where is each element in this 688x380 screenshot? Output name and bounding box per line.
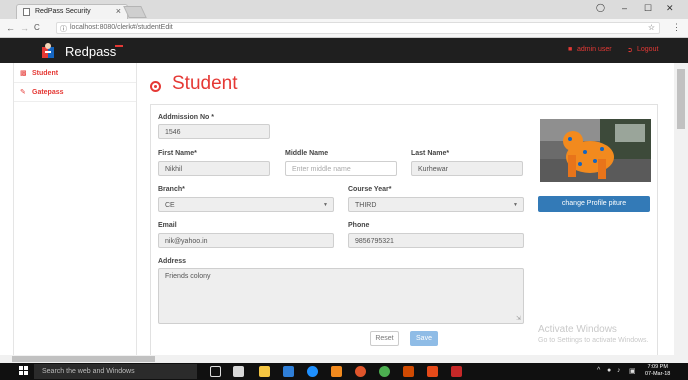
address-label: Address — [158, 258, 187, 265]
url-text: localhost:8080/clerk#/studentEdit — [70, 24, 173, 31]
tray-chevron-icon[interactable]: ^ — [597, 367, 600, 374]
maximize-button[interactable]: ☐ — [644, 3, 652, 14]
resize-handle-icon[interactable]: ⇲ — [516, 315, 521, 322]
last-name-label: Last Name* — [411, 150, 450, 157]
phone-label: Phone — [348, 222, 370, 229]
first-name-field[interactable]: Nikhil — [158, 161, 270, 176]
browser-menu-icon[interactable]: ⋮ — [672, 22, 681, 33]
last-name-field[interactable]: Kurhewar — [411, 161, 523, 176]
first-name-label: First Name* — [158, 150, 197, 157]
reload-icon[interactable]: C — [34, 23, 40, 32]
save-button[interactable]: Save — [410, 331, 438, 346]
chevron-down-icon: ▼ — [513, 202, 518, 208]
back-arrow-icon[interactable]: ← — [6, 23, 15, 33]
taskbar-clock[interactable]: 7:09 PM 07-Mar-18 — [645, 364, 670, 378]
course-year-select-value: THIRD — [355, 202, 377, 209]
logout-link[interactable]: Logout — [637, 46, 658, 53]
horizontal-scrollbar[interactable] — [0, 355, 688, 363]
task-view-icon[interactable] — [210, 366, 221, 377]
volume-icon[interactable]: ♪ — [617, 367, 621, 374]
back-circle-icon[interactable] — [150, 81, 161, 92]
sidebar-item-gatepass[interactable]: ✎ Gatepass — [14, 84, 136, 102]
phone-field[interactable]: 9856795321 — [348, 233, 524, 248]
tab-title: RedPass Security — [35, 8, 91, 15]
sidebar: ▩ Student ✎ Gatepass — [14, 63, 137, 355]
close-tab-icon[interactable]: × — [116, 6, 121, 16]
admission-no-label: Addmission No * — [158, 114, 215, 121]
clock-time: 7:09 PM — [647, 364, 668, 370]
redpass-logo-icon — [39, 42, 57, 61]
app-icon[interactable] — [427, 366, 438, 377]
email-field[interactable]: nik@yahoo.in — [158, 233, 334, 248]
sidebar-item-label: Gatepass — [32, 89, 64, 96]
bookmark-star-icon[interactable]: ☆ — [648, 23, 655, 32]
course-year-select[interactable]: THIRD ▼ — [348, 197, 524, 212]
reset-button[interactable]: Reset — [370, 331, 399, 346]
horizontal-scrollbar-thumb[interactable] — [12, 356, 155, 362]
address-textarea[interactable]: Friends colony ⇲ — [158, 268, 524, 324]
change-profile-picture-button[interactable]: change Profile piture — [538, 196, 650, 212]
forward-arrow-icon[interactable]: → — [20, 23, 29, 33]
minimize-button[interactable]: – — [622, 3, 627, 13]
middle-name-label: Middle Name — [285, 150, 329, 157]
site-info-icon[interactable]: ⓘ — [60, 24, 67, 34]
brand-accent-bar — [115, 45, 123, 47]
page-favicon-icon — [23, 8, 30, 16]
users-icon: ▩ — [20, 70, 27, 77]
profile-icon[interactable]: ◯ — [596, 3, 605, 12]
taskbar-search-box[interactable]: Search the web and Windows — [34, 364, 197, 379]
edit-icon: ✎ — [20, 89, 26, 96]
brand-name[interactable]: Redpass — [65, 44, 116, 59]
course-year-label: Course Year* — [348, 186, 392, 193]
user-icon: ■ — [568, 46, 573, 53]
branch-label: Branch* — [158, 186, 185, 193]
sidebar-item-label: Student — [32, 70, 59, 77]
address-value: Friends colony — [165, 273, 211, 280]
browser-tab[interactable]: RedPass Security × — [16, 4, 128, 19]
branch-select-value: CE — [165, 202, 175, 209]
clock-date: 07-Mar-18 — [645, 371, 671, 377]
taskbar-search-placeholder: Search the web and Windows — [42, 368, 135, 375]
file-explorer-icon[interactable] — [259, 366, 270, 377]
sidebar-item-student[interactable]: ▩ Student — [14, 65, 136, 83]
logout-icon: ➲ — [627, 47, 633, 54]
vertical-scrollbar[interactable] — [674, 63, 688, 355]
activate-windows-title: Activate Windows — [538, 324, 617, 335]
chevron-down-icon: ▼ — [323, 202, 328, 208]
activate-windows-subtitle: Go to Settings to activate Windows. — [538, 337, 649, 344]
vertical-scrollbar-thumb[interactable] — [677, 69, 685, 129]
firefox-icon[interactable] — [355, 366, 366, 377]
url-field[interactable]: ⓘ localhost:8080/clerk#/studentEdit ☆ — [56, 22, 660, 34]
windows-start-icon[interactable] — [19, 366, 29, 376]
page-title: Student — [172, 73, 238, 94]
admission-no-field[interactable]: 1546 — [158, 124, 270, 139]
branch-select[interactable]: CE ▼ — [158, 197, 334, 212]
chrome-icon[interactable] — [379, 366, 390, 377]
mail-icon[interactable] — [283, 366, 294, 377]
email-label: Email — [158, 222, 177, 229]
vlc-icon[interactable] — [331, 366, 342, 377]
powerpoint-icon[interactable] — [403, 366, 414, 377]
close-window-button[interactable]: ✕ — [666, 3, 674, 14]
address-bar-row: ← → C ⓘ localhost:8080/clerk#/studentEdi… — [0, 19, 688, 38]
network-icon[interactable]: ● — [607, 367, 611, 374]
admin-user-link[interactable]: admin user — [577, 46, 612, 53]
app-icon-2[interactable] — [451, 366, 462, 377]
profile-picture — [540, 119, 651, 182]
notification-icon[interactable]: ▣ — [629, 367, 636, 375]
middle-name-field[interactable]: Enter middle name — [285, 161, 397, 176]
edge-icon[interactable] — [307, 366, 318, 377]
store-icon[interactable] — [233, 366, 244, 377]
